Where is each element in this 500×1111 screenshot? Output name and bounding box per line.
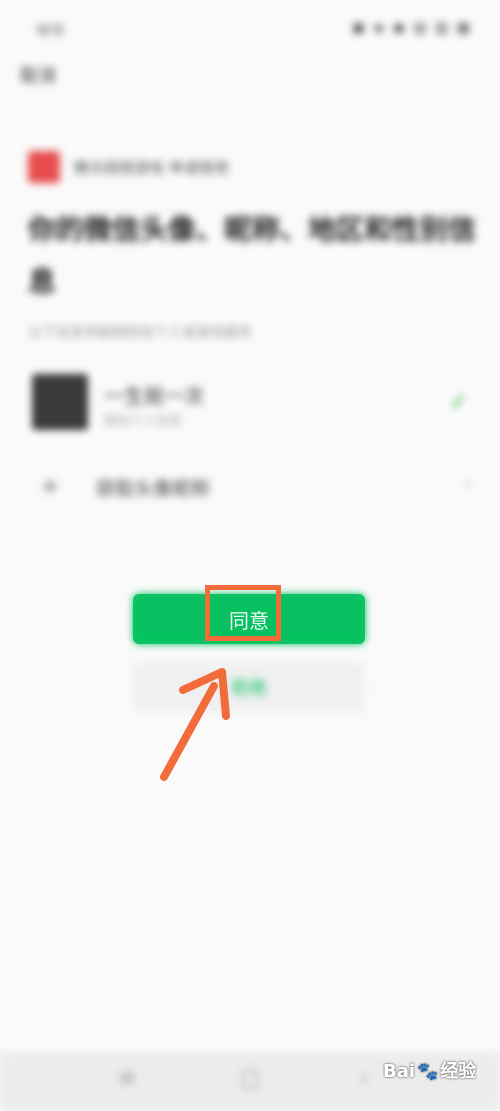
watermark-right: 经验 <box>440 1061 477 1082</box>
watermark-left: Bai <box>383 1061 416 1082</box>
paw-icon: 🐾 <box>417 1062 439 1082</box>
annotation-arrow-icon <box>160 668 230 781</box>
watermark: Bai 🐾 经验 <box>383 1057 476 1083</box>
screen: 中午 ▣ ◈ ◉ ▤ ▥ ▦ 取消 腾讯视频游戏 申请使用 你的微信头像、昵称、… <box>0 0 500 1111</box>
